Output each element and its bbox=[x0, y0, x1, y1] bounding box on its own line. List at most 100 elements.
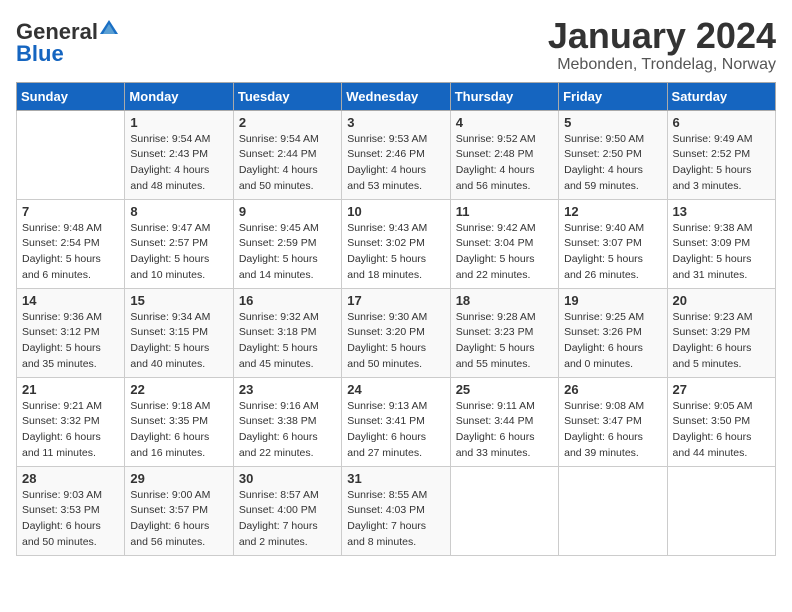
day-info: Sunrise: 9:40 AMSunset: 3:07 PMDaylight:… bbox=[564, 221, 661, 284]
calendar-cell: 27 Sunrise: 9:05 AMSunset: 3:50 PMDayligh… bbox=[667, 377, 775, 466]
day-number: 29 bbox=[130, 471, 227, 486]
calendar-cell: 26 Sunrise: 9:08 AMSunset: 3:47 PMDayligh… bbox=[559, 377, 667, 466]
calendar-table: SundayMondayTuesdayWednesdayThursdayFrid… bbox=[16, 82, 776, 556]
day-info: Sunrise: 9:43 AMSunset: 3:02 PMDaylight:… bbox=[347, 221, 444, 284]
day-info: Sunrise: 9:54 AMSunset: 2:44 PMDaylight:… bbox=[239, 132, 336, 195]
week-row: 14 Sunrise: 9:36 AMSunset: 3:12 PMDayligh… bbox=[17, 288, 776, 377]
day-number: 21 bbox=[22, 382, 119, 397]
day-info: Sunrise: 9:13 AMSunset: 3:41 PMDaylight:… bbox=[347, 399, 444, 462]
calendar-cell: 22 Sunrise: 9:18 AMSunset: 3:35 PMDayligh… bbox=[125, 377, 233, 466]
calendar-cell: 19 Sunrise: 9:25 AMSunset: 3:26 PMDayligh… bbox=[559, 288, 667, 377]
day-header-sunday: Sunday bbox=[17, 82, 125, 110]
day-number: 6 bbox=[673, 115, 770, 130]
week-row: 7Sunrise: 9:48 AMSunset: 2:54 PMDaylight… bbox=[17, 199, 776, 288]
week-row: 1Sunrise: 9:54 AMSunset: 2:43 PMDaylight… bbox=[17, 110, 776, 199]
day-info: Sunrise: 9:34 AMSunset: 3:15 PMDaylight:… bbox=[130, 310, 227, 373]
calendar-cell: 7Sunrise: 9:48 AMSunset: 2:54 PMDaylight… bbox=[17, 199, 125, 288]
day-header-wednesday: Wednesday bbox=[342, 82, 450, 110]
calendar-cell: 5 Sunrise: 9:50 AMSunset: 2:50 PMDaylight… bbox=[559, 110, 667, 199]
calendar-cell bbox=[450, 466, 558, 555]
calendar-cell: 11 Sunrise: 9:42 AMSunset: 3:04 PMDayligh… bbox=[450, 199, 558, 288]
day-info: Sunrise: 9:25 AMSunset: 3:26 PMDaylight:… bbox=[564, 310, 661, 373]
calendar-cell: 20 Sunrise: 9:23 AMSunset: 3:29 PMDayligh… bbox=[667, 288, 775, 377]
day-number: 2 bbox=[239, 115, 336, 130]
title-area: January 2024 Mebonden, Trondelag, Norway bbox=[548, 16, 776, 74]
day-info: Sunrise: 9:18 AMSunset: 3:35 PMDaylight:… bbox=[130, 399, 227, 462]
day-info: Sunrise: 9:36 AMSunset: 3:12 PMDaylight:… bbox=[22, 310, 119, 373]
day-number: 16 bbox=[239, 293, 336, 308]
day-number: 9 bbox=[239, 204, 336, 219]
day-number: 19 bbox=[564, 293, 661, 308]
day-number: 20 bbox=[673, 293, 770, 308]
calendar-cell: 18Sunrise: 9:28 AMSunset: 3:23 PMDayligh… bbox=[450, 288, 558, 377]
day-info: Sunrise: 9:49 AMSunset: 2:52 PMDaylight:… bbox=[673, 132, 770, 195]
logo-icon bbox=[100, 18, 118, 36]
day-header-saturday: Saturday bbox=[667, 82, 775, 110]
day-number: 22 bbox=[130, 382, 227, 397]
calendar-cell: 28 Sunrise: 9:03 AMSunset: 3:53 PMDayligh… bbox=[17, 466, 125, 555]
header-row: SundayMondayTuesdayWednesdayThursdayFrid… bbox=[17, 82, 776, 110]
calendar-cell: 17Sunrise: 9:30 AMSunset: 3:20 PMDayligh… bbox=[342, 288, 450, 377]
day-number: 5 bbox=[564, 115, 661, 130]
calendar-cell bbox=[667, 466, 775, 555]
calendar-subtitle: Mebonden, Trondelag, Norway bbox=[548, 56, 776, 74]
day-info: Sunrise: 9:53 AMSunset: 2:46 PMDaylight:… bbox=[347, 132, 444, 195]
day-info: Sunrise: 9:42 AMSunset: 3:04 PMDaylight:… bbox=[456, 221, 553, 284]
day-info: Sunrise: 9:52 AMSunset: 2:48 PMDaylight:… bbox=[456, 132, 553, 195]
calendar-cell bbox=[559, 466, 667, 555]
day-info: Sunrise: 9:47 AMSunset: 2:57 PMDaylight:… bbox=[130, 221, 227, 284]
calendar-cell: 29 Sunrise: 9:00 AMSunset: 3:57 PMDayligh… bbox=[125, 466, 233, 555]
day-info: Sunrise: 9:23 AMSunset: 3:29 PMDaylight:… bbox=[673, 310, 770, 373]
day-info: Sunrise: 9:03 AMSunset: 3:53 PMDaylight:… bbox=[22, 488, 119, 551]
day-number: 27 bbox=[673, 382, 770, 397]
calendar-cell: 30Sunrise: 8:57 AMSunset: 4:00 PMDayligh… bbox=[233, 466, 341, 555]
day-number: 14 bbox=[22, 293, 119, 308]
day-number: 25 bbox=[456, 382, 553, 397]
day-info: Sunrise: 9:54 AMSunset: 2:43 PMDaylight:… bbox=[130, 132, 227, 195]
day-info: Sunrise: 9:28 AMSunset: 3:23 PMDaylight:… bbox=[456, 310, 553, 373]
calendar-cell: 14 Sunrise: 9:36 AMSunset: 3:12 PMDayligh… bbox=[17, 288, 125, 377]
day-header-tuesday: Tuesday bbox=[233, 82, 341, 110]
calendar-cell: 1Sunrise: 9:54 AMSunset: 2:43 PMDaylight… bbox=[125, 110, 233, 199]
calendar-cell: 23 Sunrise: 9:16 AMSunset: 3:38 PMDayligh… bbox=[233, 377, 341, 466]
day-number: 12 bbox=[564, 204, 661, 219]
day-number: 26 bbox=[564, 382, 661, 397]
day-info: Sunrise: 9:16 AMSunset: 3:38 PMDaylight:… bbox=[239, 399, 336, 462]
logo-general: General bbox=[16, 21, 98, 43]
calendar-cell: 13Sunrise: 9:38 AMSunset: 3:09 PMDayligh… bbox=[667, 199, 775, 288]
day-number: 28 bbox=[22, 471, 119, 486]
day-info: Sunrise: 8:57 AMSunset: 4:00 PMDaylight:… bbox=[239, 488, 336, 551]
day-number: 10 bbox=[347, 204, 444, 219]
day-info: Sunrise: 9:30 AMSunset: 3:20 PMDaylight:… bbox=[347, 310, 444, 373]
calendar-cell: 2 Sunrise: 9:54 AMSunset: 2:44 PMDaylight… bbox=[233, 110, 341, 199]
calendar-cell: 3 Sunrise: 9:53 AMSunset: 2:46 PMDaylight… bbox=[342, 110, 450, 199]
day-info: Sunrise: 9:45 AMSunset: 2:59 PMDaylight:… bbox=[239, 221, 336, 284]
calendar-cell: 25 Sunrise: 9:11 AMSunset: 3:44 PMDayligh… bbox=[450, 377, 558, 466]
day-info: Sunrise: 9:00 AMSunset: 3:57 PMDaylight:… bbox=[130, 488, 227, 551]
day-header-monday: Monday bbox=[125, 82, 233, 110]
day-number: 23 bbox=[239, 382, 336, 397]
calendar-cell: 31Sunrise: 8:55 AMSunset: 4:03 PMDayligh… bbox=[342, 466, 450, 555]
day-info: Sunrise: 8:55 AMSunset: 4:03 PMDaylight:… bbox=[347, 488, 444, 551]
calendar-cell: 9 Sunrise: 9:45 AMSunset: 2:59 PMDaylight… bbox=[233, 199, 341, 288]
day-info: Sunrise: 9:38 AMSunset: 3:09 PMDaylight:… bbox=[673, 221, 770, 284]
day-info: Sunrise: 9:11 AMSunset: 3:44 PMDaylight:… bbox=[456, 399, 553, 462]
calendar-title: January 2024 bbox=[548, 16, 776, 56]
header: General Blue January 2024 Mebonden, Tron… bbox=[16, 16, 776, 74]
calendar-cell: 10 Sunrise: 9:43 AMSunset: 3:02 PMDayligh… bbox=[342, 199, 450, 288]
day-info: Sunrise: 9:08 AMSunset: 3:47 PMDaylight:… bbox=[564, 399, 661, 462]
day-info: Sunrise: 9:50 AMSunset: 2:50 PMDaylight:… bbox=[564, 132, 661, 195]
calendar-cell: 15Sunrise: 9:34 AMSunset: 3:15 PMDayligh… bbox=[125, 288, 233, 377]
calendar-cell: 21Sunrise: 9:21 AMSunset: 3:32 PMDayligh… bbox=[17, 377, 125, 466]
day-info: Sunrise: 9:48 AMSunset: 2:54 PMDaylight:… bbox=[22, 221, 119, 284]
day-info: Sunrise: 9:05 AMSunset: 3:50 PMDaylight:… bbox=[673, 399, 770, 462]
calendar-cell: 6 Sunrise: 9:49 AMSunset: 2:52 PMDaylight… bbox=[667, 110, 775, 199]
calendar-cell: 4 Sunrise: 9:52 AMSunset: 2:48 PMDaylight… bbox=[450, 110, 558, 199]
day-info: Sunrise: 9:32 AMSunset: 3:18 PMDaylight:… bbox=[239, 310, 336, 373]
day-number: 3 bbox=[347, 115, 444, 130]
calendar-cell: 12 Sunrise: 9:40 AMSunset: 3:07 PMDayligh… bbox=[559, 199, 667, 288]
day-number: 8 bbox=[130, 204, 227, 219]
day-number: 4 bbox=[456, 115, 553, 130]
calendar-cell: 16 Sunrise: 9:32 AMSunset: 3:18 PMDayligh… bbox=[233, 288, 341, 377]
day-number: 11 bbox=[456, 204, 553, 219]
